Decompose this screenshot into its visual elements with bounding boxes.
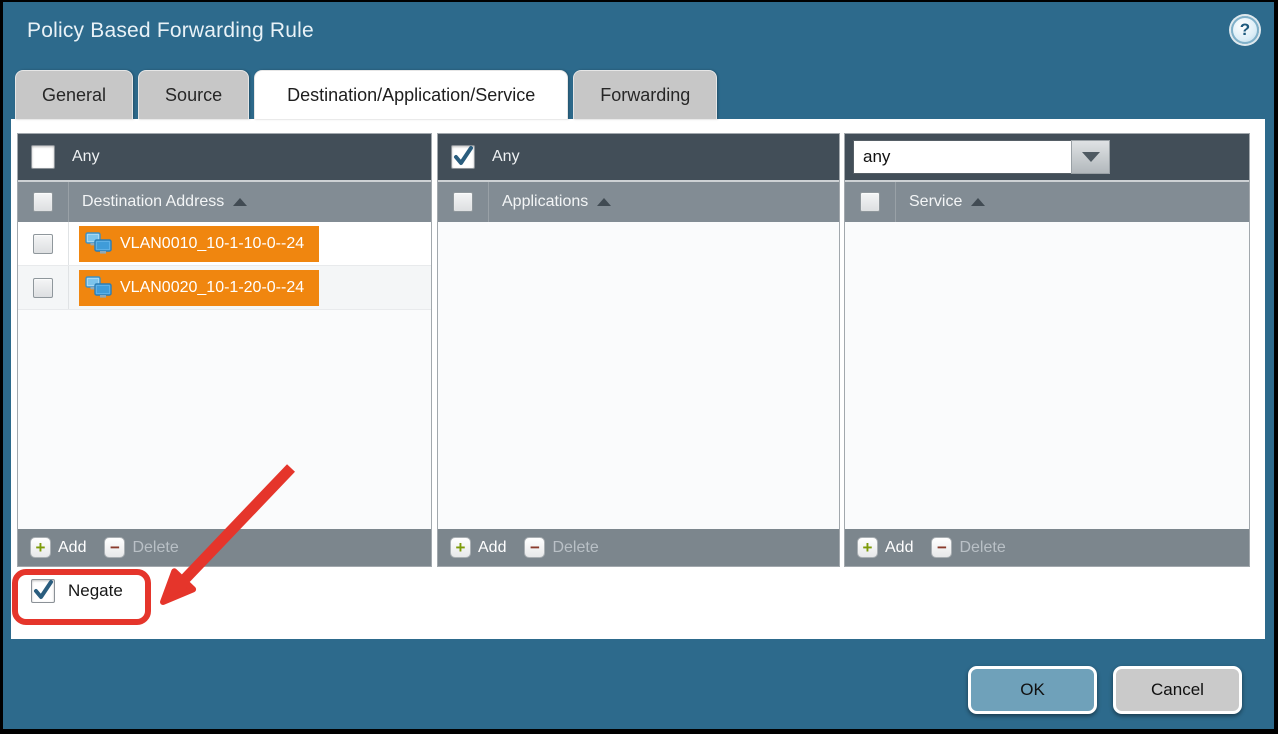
sort-ascending-icon xyxy=(233,198,247,206)
row-checkbox[interactable] xyxy=(33,278,53,298)
tab-forwarding[interactable]: Forwarding xyxy=(573,70,717,119)
address-object-chip[interactable]: VLAN0010_10-1-10-0--24 xyxy=(79,226,319,262)
service-dropdown-value[interactable]: any xyxy=(853,140,1071,174)
delete-icon: − xyxy=(931,537,952,558)
cancel-button[interactable]: Cancel xyxy=(1113,666,1242,714)
applications-column-header[interactable]: Applications xyxy=(438,180,839,222)
applications-any-checkbox[interactable] xyxy=(451,145,475,169)
service-footer: + Add − Delete xyxy=(845,529,1249,566)
destination-any-checkbox[interactable] xyxy=(31,145,55,169)
destination-select-all-checkbox[interactable] xyxy=(33,192,53,212)
tab-bar: General Source Destination/Application/S… xyxy=(15,70,717,119)
applications-column: Any Applications + Add − Delet xyxy=(437,133,840,567)
checkmark-icon xyxy=(452,146,474,168)
tab-source[interactable]: Source xyxy=(138,70,249,119)
sort-ascending-icon xyxy=(971,198,985,206)
service-select-all-checkbox[interactable] xyxy=(860,192,880,212)
destination-header-label: Destination Address xyxy=(82,193,224,211)
add-button[interactable]: + Add xyxy=(30,537,86,558)
delete-button[interactable]: − Delete xyxy=(104,537,178,558)
service-header-label: Service xyxy=(909,193,962,211)
destination-footer: + Add − Delete xyxy=(18,529,431,566)
dialog-title: Policy Based Forwarding Rule xyxy=(27,19,314,43)
add-icon: + xyxy=(30,537,51,558)
service-any-bar: any xyxy=(845,134,1249,180)
pbf-rule-dialog: Policy Based Forwarding Rule ? General S… xyxy=(0,0,1278,734)
applications-select-all-checkbox[interactable] xyxy=(453,192,473,212)
address-object-name: VLAN0010_10-1-10-0--24 xyxy=(120,235,304,253)
address-object-name: VLAN0020_10-1-20-0--24 xyxy=(120,279,304,297)
negate-label: Negate xyxy=(68,581,123,601)
network-address-icon xyxy=(85,232,112,255)
service-list xyxy=(845,222,1249,529)
tab-destination-application-service[interactable]: Destination/Application/Service xyxy=(254,70,568,119)
add-button[interactable]: + Add xyxy=(450,537,506,558)
ok-button[interactable]: OK xyxy=(968,666,1097,714)
applications-header-label: Applications xyxy=(502,193,588,211)
destination-address-column: Any Destination Address xyxy=(17,133,432,567)
delete-button[interactable]: − Delete xyxy=(931,537,1005,558)
tab-general[interactable]: General xyxy=(15,70,133,119)
table-row[interactable]: VLAN0010_10-1-10-0--24 xyxy=(18,222,431,266)
delete-icon: − xyxy=(104,537,125,558)
service-column: any Service + Add xyxy=(844,133,1250,567)
service-dropdown-button[interactable] xyxy=(1071,140,1110,174)
help-icon[interactable]: ? xyxy=(1231,16,1259,44)
delete-icon: − xyxy=(524,537,545,558)
applications-any-bar: Any xyxy=(438,134,839,180)
checkmark-icon xyxy=(32,580,54,602)
destination-list: VLAN0010_10-1-10-0--24 xyxy=(18,222,431,529)
sort-ascending-icon xyxy=(597,198,611,206)
negate-checkbox[interactable] xyxy=(31,579,55,603)
applications-any-label: Any xyxy=(492,148,520,166)
delete-button[interactable]: − Delete xyxy=(524,537,598,558)
add-icon: + xyxy=(857,537,878,558)
destination-any-bar: Any xyxy=(18,134,431,180)
applications-footer: + Add − Delete xyxy=(438,529,839,566)
add-button[interactable]: + Add xyxy=(857,537,913,558)
applications-list xyxy=(438,222,839,529)
network-address-icon xyxy=(85,276,112,299)
table-row[interactable]: VLAN0020_10-1-20-0--24 xyxy=(18,266,431,310)
add-icon: + xyxy=(450,537,471,558)
tab-content-panel: Any Destination Address xyxy=(11,119,1265,639)
negate-row: Negate xyxy=(31,579,123,603)
service-dropdown[interactable]: any xyxy=(853,140,1110,174)
service-column-header[interactable]: Service xyxy=(845,180,1249,222)
destination-column-header[interactable]: Destination Address xyxy=(18,180,431,222)
address-object-chip[interactable]: VLAN0020_10-1-20-0--24 xyxy=(79,270,319,306)
destination-any-label: Any xyxy=(72,148,100,166)
row-checkbox[interactable] xyxy=(33,234,53,254)
chevron-down-icon xyxy=(1082,152,1100,162)
